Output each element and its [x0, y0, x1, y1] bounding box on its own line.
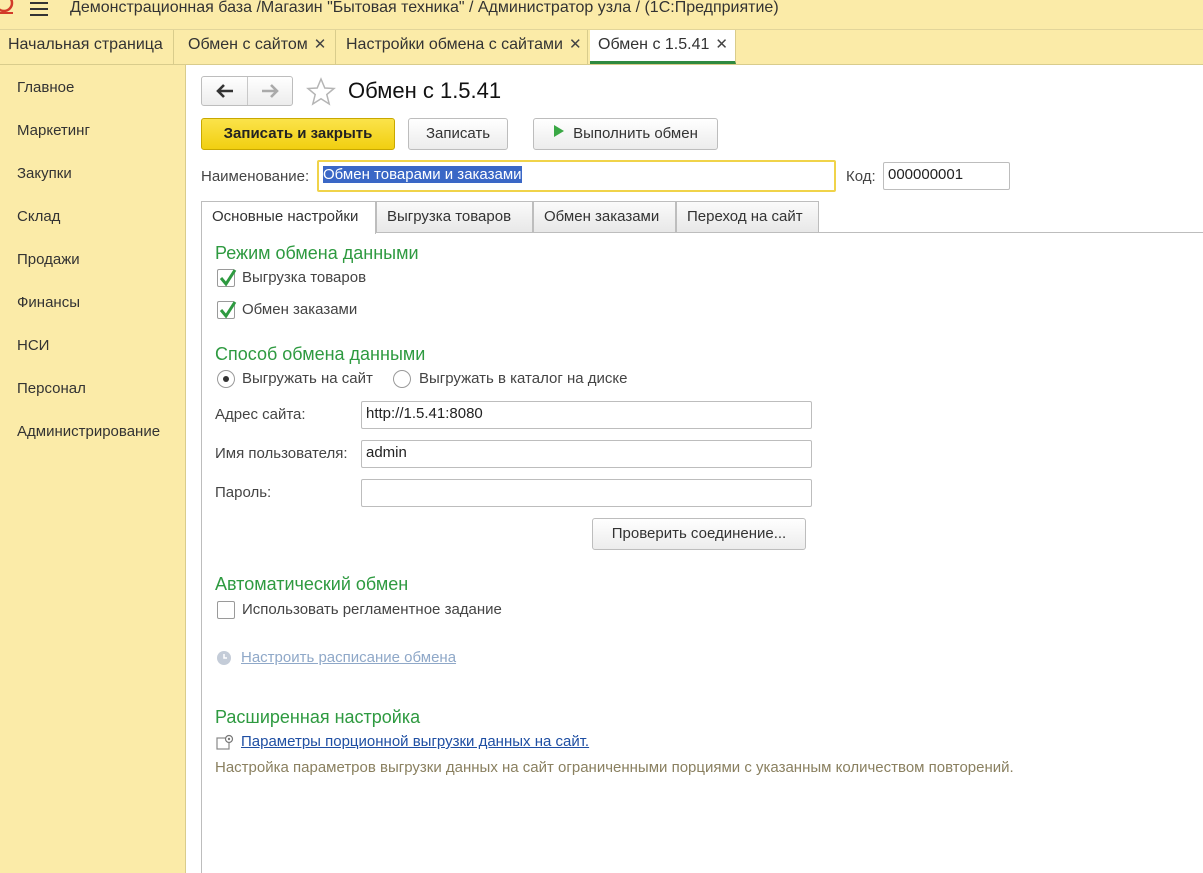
app-logo-icon — [0, 0, 14, 18]
code-label: Код: — [846, 168, 876, 185]
run-exchange-button[interactable]: Выполнить обмен — [533, 118, 718, 150]
site-address-input[interactable]: http://1.5.41:8080 — [361, 401, 812, 429]
name-label: Наименование: — [201, 168, 310, 185]
sidebar-item-personnel[interactable]: Персонал — [17, 380, 86, 397]
close-icon[interactable]: ✕ — [715, 36, 728, 53]
tab-goods-export[interactable]: Выгрузка товаров — [376, 201, 533, 233]
tab-label: Начальная страница — [8, 36, 163, 53]
forward-arrow-icon[interactable] — [258, 82, 282, 100]
history-nav — [201, 76, 293, 106]
site-address-label: Адрес сайта: — [215, 406, 306, 423]
name-value: Обмен товарами и заказами — [323, 166, 522, 183]
upload-to-disk-radio[interactable] — [393, 370, 411, 388]
batch-export-params-link[interactable]: Параметры порционной выгрузки данных на … — [241, 733, 589, 750]
username-input[interactable]: admin — [361, 440, 812, 468]
upload-to-disk-label: Выгружать в каталог на диске — [419, 370, 628, 387]
tab-site-exchange[interactable]: Обмен с сайтом ✕ — [180, 30, 336, 65]
close-icon[interactable]: ✕ — [569, 36, 582, 53]
close-icon[interactable]: ✕ — [314, 36, 327, 53]
settings-gear-icon — [216, 734, 234, 754]
tab-home-page[interactable]: Начальная страница — [0, 30, 174, 65]
sidebar-item-marketing[interactable]: Маркетинг — [17, 122, 90, 139]
upload-to-site-label: Выгружать на сайт — [242, 370, 373, 387]
username-label: Имя пользователя: — [215, 445, 348, 462]
export-goods-checkbox[interactable] — [217, 269, 237, 287]
use-scheduled-task-checkbox[interactable] — [217, 601, 235, 619]
code-field[interactable]: 000000001 — [883, 162, 1010, 190]
sections-sidebar: Главное Маркетинг Закупки Склад Продажи … — [0, 65, 186, 873]
use-scheduled-task-label: Использовать регламентное задание — [242, 601, 502, 618]
sidebar-item-warehouse[interactable]: Склад — [17, 208, 60, 225]
tab-site-exchange-settings[interactable]: Настройки обмена с сайтами ✕ — [338, 30, 588, 65]
batch-export-note: Настройка параметров выгрузки данных на … — [215, 759, 1014, 776]
favorite-star-icon[interactable] — [306, 77, 336, 106]
tab-go-to-site[interactable]: Переход на сайт — [676, 201, 819, 233]
page-title: Обмен с 1.5.41 — [348, 78, 502, 103]
sidebar-item-purchases[interactable]: Закупки — [17, 165, 72, 182]
exchange-orders-checkbox[interactable] — [217, 301, 237, 319]
schedule-clock-icon — [216, 650, 232, 670]
configure-schedule-link[interactable]: Настроить расписание обмена — [241, 649, 456, 666]
tab-main-settings[interactable]: Основные настройки — [201, 201, 376, 234]
tab-exchange-node[interactable]: Обмен с 1.5.41 ✕ — [590, 30, 736, 64]
tab-label: Настройки обмена с сайтами — [346, 36, 563, 53]
mode-section-title: Режим обмена данными — [215, 243, 419, 263]
sidebar-item-finance[interactable]: Финансы — [17, 294, 80, 311]
exchange-orders-label: Обмен заказами — [242, 301, 358, 318]
sidebar-item-main[interactable]: Главное — [17, 79, 74, 96]
tab-orders-exchange[interactable]: Обмен заказами — [533, 201, 676, 233]
sidebar-item-sales[interactable]: Продажи — [17, 251, 80, 268]
password-input[interactable] — [361, 479, 812, 507]
tab-label: Обмен с 1.5.41 — [598, 36, 710, 53]
tab-label: Обмен с сайтом — [188, 36, 308, 53]
export-goods-label: Выгрузка товаров — [242, 269, 367, 286]
auto-section-title: Автоматический обмен — [215, 574, 409, 594]
form-content: Обмен с 1.5.41 Записать и закрыть Записа… — [186, 65, 1203, 873]
password-label: Пароль: — [215, 484, 272, 501]
advanced-section-title: Расширенная настройка — [215, 707, 421, 727]
run-exchange-label: Выполнить обмен — [573, 125, 698, 142]
save-and-close-button[interactable]: Записать и закрыть — [201, 118, 395, 150]
save-button[interactable]: Записать — [408, 118, 508, 150]
window-title: Демонстрационная база /Магазин "Бытовая … — [70, 0, 779, 16]
method-section-title: Способ обмена данными — [215, 344, 426, 364]
sidebar-item-nsi[interactable]: НСИ — [17, 337, 49, 354]
window-tabs-bar: Начальная страница Обмен с сайтом ✕ Настр… — [0, 30, 1203, 65]
play-icon — [553, 119, 565, 149]
hamburger-menu-icon[interactable] — [30, 2, 48, 16]
title-bar: Демонстрационная база /Магазин "Бытовая … — [0, 0, 1203, 30]
upload-to-site-radio[interactable] — [217, 370, 235, 388]
check-connection-button[interactable]: Проверить соединение... — [592, 518, 806, 550]
sidebar-item-administration[interactable]: Администрирование — [17, 423, 160, 440]
back-arrow-icon[interactable] — [213, 82, 237, 100]
name-field[interactable]: Обмен товарами и заказами — [317, 160, 836, 192]
